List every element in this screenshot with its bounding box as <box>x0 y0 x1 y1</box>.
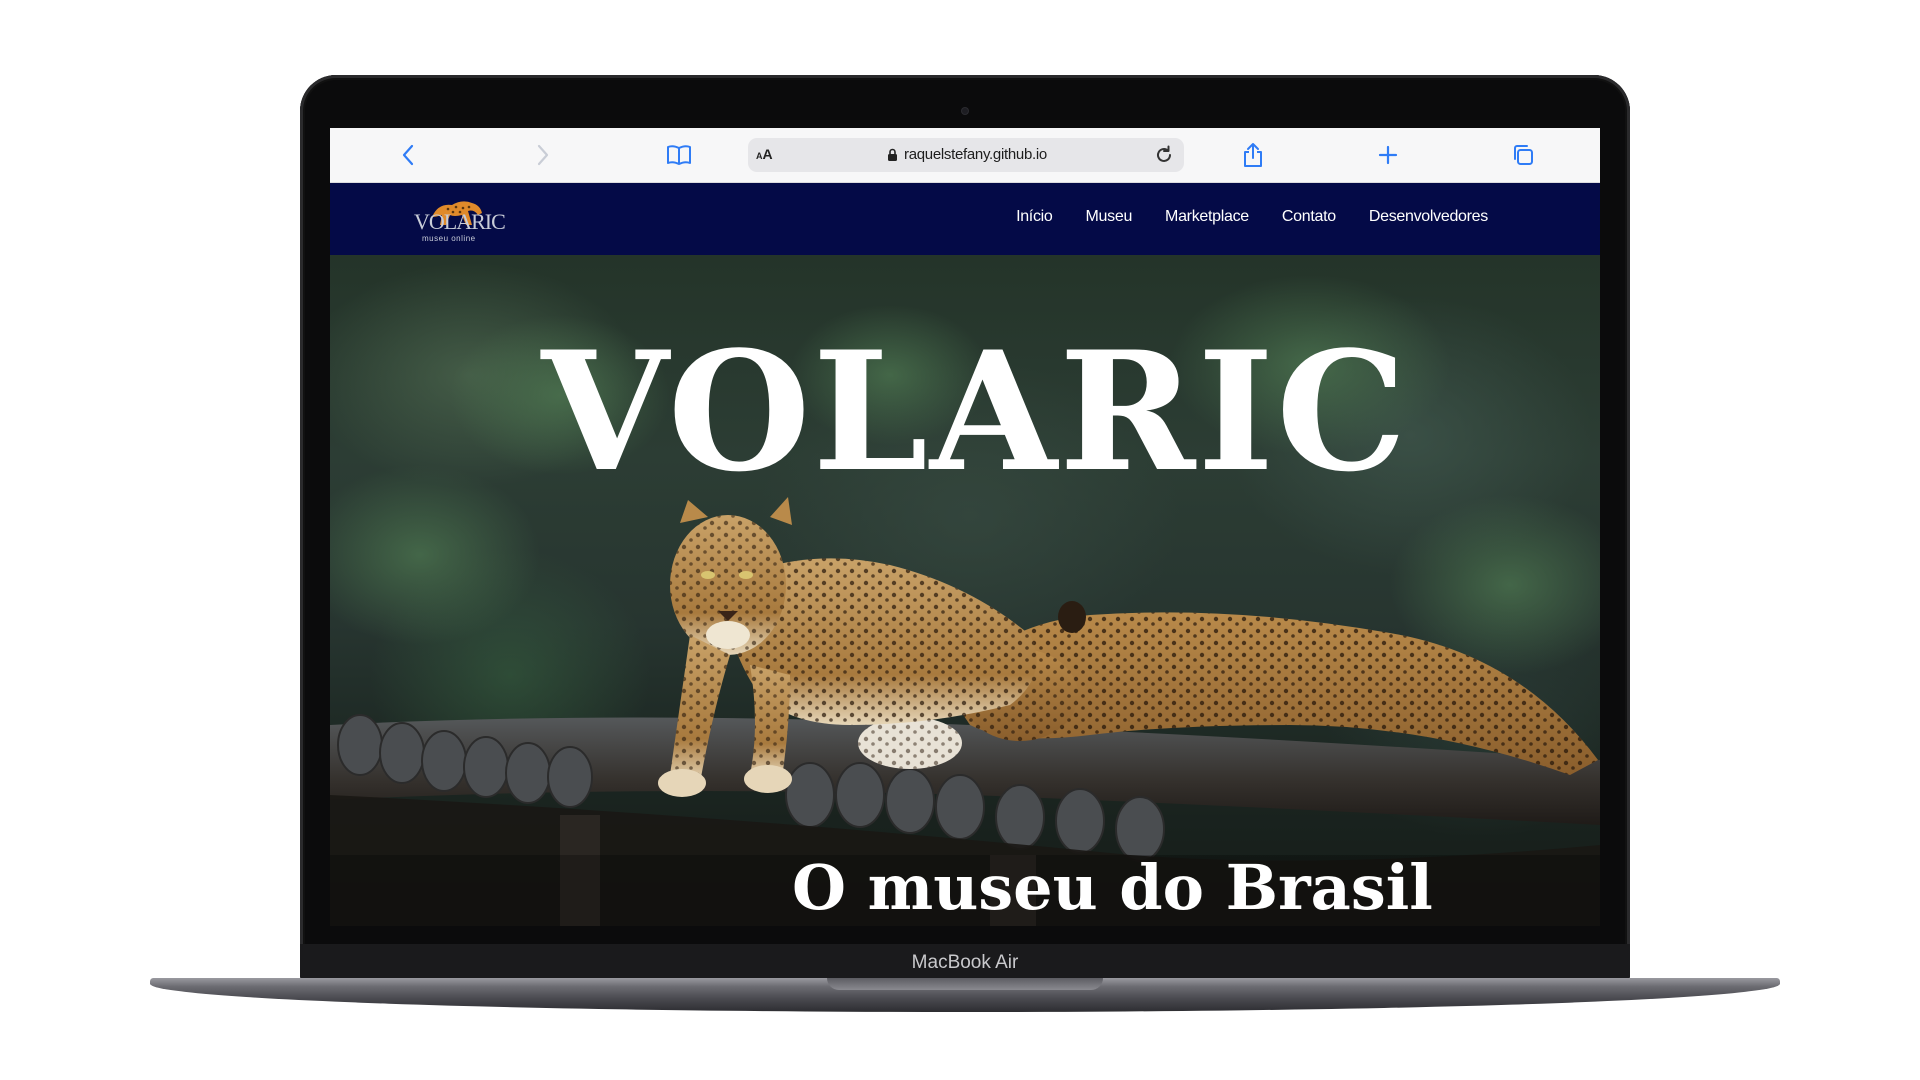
nav-item-desenvolvedores[interactable]: Desenvolvedores <box>1369 208 1488 226</box>
laptop-screen: AA raquelstefany.github.io VOLARIC museu… <box>330 128 1600 926</box>
main-nav: Início Museu Marketplace Contato Desenvo… <box>1016 208 1488 226</box>
chevron-right-icon[interactable] <box>528 140 558 170</box>
hero-subtitle: O museu do Brasil <box>792 851 1433 924</box>
chevron-left-icon[interactable] <box>393 140 423 170</box>
url-text[interactable]: raquelstefany.github.io <box>904 146 1047 163</box>
logo-wordmark: VOLARIC <box>414 209 506 234</box>
browser-toolbar: AA raquelstefany.github.io <box>330 128 1600 183</box>
share-icon[interactable] <box>1238 140 1268 170</box>
lock-icon <box>887 148 898 167</box>
tabs-icon[interactable] <box>1508 140 1538 170</box>
laptop-base <box>150 978 1780 1012</box>
logo-subtext: museu online <box>422 234 476 243</box>
laptop-model-label: MacBook Air <box>911 952 1019 973</box>
site-navbar: VOLARIC museu online Início Museu Market… <box>330 183 1600 255</box>
nav-item-museu[interactable]: Museu <box>1086 208 1133 226</box>
laptop-lid: AA raquelstefany.github.io VOLARIC museu… <box>300 75 1630 980</box>
text-size-button[interactable]: AA <box>756 146 773 162</box>
plus-icon[interactable] <box>1373 140 1403 170</box>
book-icon[interactable] <box>664 140 694 170</box>
reload-icon[interactable] <box>1152 143 1176 172</box>
nav-item-marketplace[interactable]: Marketplace <box>1165 208 1249 226</box>
hero-title: VOLARIC <box>541 315 1409 508</box>
site-logo[interactable]: VOLARIC museu online <box>414 195 506 245</box>
hero-section: VOLARIC O museu do Brasil <box>330 255 1600 926</box>
address-bar[interactable]: AA raquelstefany.github.io <box>748 138 1184 172</box>
camera <box>962 108 968 114</box>
stage: AA raquelstefany.github.io VOLARIC museu… <box>0 0 1920 1080</box>
nav-item-inicio[interactable]: Início <box>1016 208 1053 226</box>
laptop-notch <box>827 978 1103 990</box>
nav-item-contato[interactable]: Contato <box>1282 208 1336 226</box>
